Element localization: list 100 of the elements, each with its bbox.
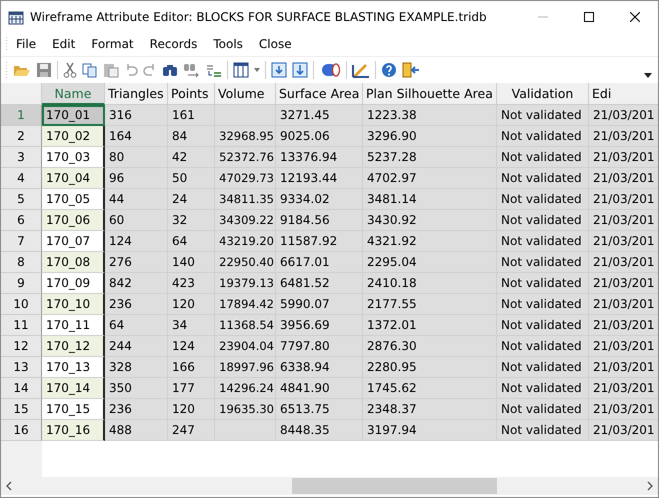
table-cell: 21/03/201 (589, 399, 658, 420)
row-header[interactable]: 13 (1, 357, 42, 378)
find-next-icon[interactable] (183, 62, 201, 78)
dropdown-caret-icon[interactable] (254, 68, 260, 72)
menu-item[interactable]: Tools (205, 37, 251, 51)
column-header[interactable]: Plan Silhouette Area (363, 83, 497, 105)
table-cell: 4702.97 (363, 168, 497, 189)
horizontal-scrollbar[interactable] (1, 477, 658, 495)
paste-icon[interactable] (103, 62, 119, 78)
column-header[interactable]: Name (42, 83, 105, 105)
table-cell: 170_06 (42, 210, 105, 231)
table-cell: 170_15 (42, 399, 105, 420)
table-cell: 6617.01 (276, 252, 363, 273)
table-cell: 1372.01 (363, 315, 497, 336)
table-cell: 170_10 (42, 294, 105, 315)
table-cell: 170_05 (42, 189, 105, 210)
table-cell: 842 (105, 273, 168, 294)
table-cell: 4321.92 (363, 231, 497, 252)
table-cell: 2348.37 (363, 399, 497, 420)
table-cell: 6513.75 (276, 399, 363, 420)
row-header[interactable]: 5 (1, 189, 42, 210)
row-header[interactable]: 1 (1, 105, 42, 126)
binoculars-icon[interactable] (162, 62, 178, 78)
overflow-caret-icon[interactable] (644, 72, 652, 78)
table-cell: 11587.92 (276, 231, 363, 252)
table-cell: 170_04 (42, 168, 105, 189)
table-cell: 3956.69 (276, 315, 363, 336)
table-cell: 244 (105, 336, 168, 357)
row-header[interactable]: 6 (1, 210, 42, 231)
table-cell: 276 (105, 252, 168, 273)
table-cell: 177 (168, 378, 215, 399)
table-cell: 19635.30 (215, 399, 276, 420)
table-cell: 1745.62 (363, 378, 497, 399)
scrollbar-thumb[interactable] (292, 478, 497, 494)
help-icon[interactable] (381, 62, 397, 78)
table-cell: 7797.80 (276, 336, 363, 357)
row-header[interactable]: 16 (1, 420, 42, 441)
exit-door-icon[interactable] (402, 62, 420, 78)
table-cell: 52372.76 (215, 147, 276, 168)
table-cell: 6338.94 (276, 357, 363, 378)
maximize-button[interactable] (584, 12, 594, 22)
cut-icon[interactable] (63, 62, 77, 78)
table-cell: 60 (105, 210, 168, 231)
row-header[interactable]: 11 (1, 315, 42, 336)
table-cell: 140 (168, 252, 215, 273)
menu-item[interactable]: Records (142, 37, 206, 51)
column-header[interactable]: Volume (215, 83, 276, 105)
menu-item[interactable]: Format (83, 37, 142, 51)
row-header[interactable]: 7 (1, 231, 42, 252)
table-cell: 3481.14 (363, 189, 497, 210)
table-cell: 21/03/201 (589, 231, 658, 252)
menu-item[interactable]: Edit (44, 37, 84, 51)
import-icon[interactable] (271, 62, 287, 78)
row-header[interactable]: 8 (1, 252, 42, 273)
table-cell: 3296.90 (363, 126, 497, 147)
column-header[interactable]: Surface Area (276, 83, 363, 105)
window-title: Wireframe Attribute Editor: BLOCKS FOR SURFACE BLASTING EXAMPLE.tridb (30, 10, 487, 24)
save-icon[interactable] (36, 62, 52, 78)
close-button[interactable] (630, 12, 640, 22)
row-header[interactable]: 14 (1, 378, 42, 399)
table-cell: 21/03/201 (589, 189, 658, 210)
table-cell: 13376.94 (276, 147, 363, 168)
table-cell: 21/03/201 (589, 168, 658, 189)
row-header[interactable]: 2 (1, 126, 42, 147)
row-header[interactable]: 12 (1, 336, 42, 357)
table-cell: Not validated (497, 336, 589, 357)
row-header-background (1, 441, 42, 477)
menu-item[interactable]: Close (250, 37, 300, 51)
table-cell: Not validated (497, 189, 589, 210)
row-header[interactable]: 10 (1, 294, 42, 315)
table-cell: 3197.94 (363, 420, 497, 441)
table-cell: 236 (105, 399, 168, 420)
table-cell: 3430.92 (363, 210, 497, 231)
column-header[interactable]: Edi (589, 83, 658, 105)
column-header[interactable]: Points (168, 83, 215, 105)
table-cell: 34309.22 (215, 210, 276, 231)
table-cell: 18997.96 (215, 357, 276, 378)
table-cell: 6481.52 (276, 273, 363, 294)
cylinder-icon[interactable] (319, 63, 341, 77)
export-icon[interactable] (292, 62, 308, 78)
ruler-pencil-icon[interactable] (352, 62, 370, 78)
table-cell: 22950.40 (215, 252, 276, 273)
row-header[interactable]: 3 (1, 147, 42, 168)
table-cell: 43219.20 (215, 231, 276, 252)
scroll-right-icon[interactable] (646, 481, 654, 491)
scroll-left-icon[interactable] (5, 481, 13, 491)
column-header[interactable]: Validation (497, 83, 589, 105)
table-cell: 34 (168, 315, 215, 336)
menu-item[interactable]: File (8, 37, 44, 51)
column-header[interactable]: Triangles (105, 83, 168, 105)
table-cell: 161 (168, 105, 215, 126)
table-cell: 64 (105, 315, 168, 336)
table-cell: 170_14 (42, 378, 105, 399)
copy-icon[interactable] (82, 62, 98, 78)
table-cell: 170_03 (42, 147, 105, 168)
columns-icon[interactable] (233, 62, 249, 78)
table-cell: 3271.45 (276, 105, 363, 126)
row-header[interactable]: 15 (1, 399, 42, 420)
row-header[interactable]: 9 (1, 273, 42, 294)
row-header[interactable]: 4 (1, 168, 42, 189)
